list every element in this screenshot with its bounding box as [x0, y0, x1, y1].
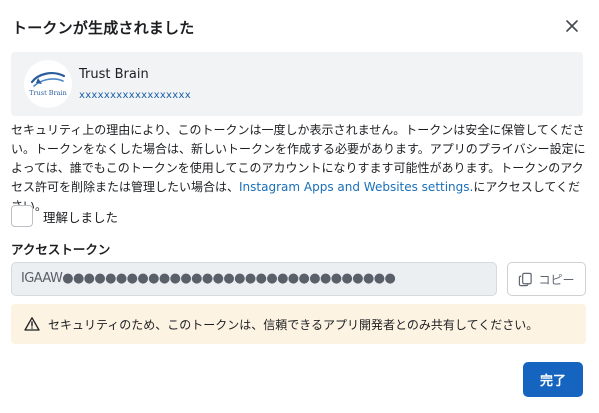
token-dialog: トークンが生成されました Trust Brain Trust Brain xxx…	[0, 0, 599, 413]
confirm-row: 理解しました	[11, 205, 118, 227]
understood-label: 理解しました	[43, 209, 119, 225]
logo-text: Trust Brain	[29, 89, 67, 97]
copy-button[interactable]: コピー	[507, 262, 586, 296]
dialog-title: トークンが生成されました	[12, 19, 195, 37]
access-token-label: アクセストークン	[11, 242, 111, 257]
close-button[interactable]	[562, 16, 582, 36]
settings-link[interactable]: Instagram Apps and Websites settings.	[239, 180, 473, 194]
warning-triangle-icon	[24, 317, 40, 331]
app-name: Trust Brain	[79, 67, 149, 82]
security-description: セキュリティ上の理由により、このトークンは一度しか表示されません。トークンは安全…	[11, 121, 586, 216]
understood-checkbox[interactable]	[11, 205, 33, 227]
app-card: Trust Brain Trust Brain xxxxxxxxxxxxxxxx…	[11, 52, 583, 116]
done-button[interactable]: 完了	[523, 362, 583, 397]
app-logo: Trust Brain	[24, 60, 72, 108]
close-icon	[566, 20, 578, 32]
access-token-field[interactable]: IGAAW●●●●●●●●●●●●●●●●●●●●●●●●●●●●●●●	[11, 262, 497, 296]
security-warning: セキュリティのため、このトークンは、信頼できるアプリ開発者とのみ共有してください…	[11, 304, 586, 344]
copy-button-label: コピー	[538, 272, 575, 287]
app-id: xxxxxxxxxxxxxxxxxx	[79, 90, 191, 101]
trust-brain-logo-icon: Trust Brain	[29, 72, 67, 97]
copy-icon	[519, 272, 533, 286]
warning-text: セキュリティのため、このトークンは、信頼できるアプリ開発者とのみ共有してください…	[48, 317, 539, 332]
